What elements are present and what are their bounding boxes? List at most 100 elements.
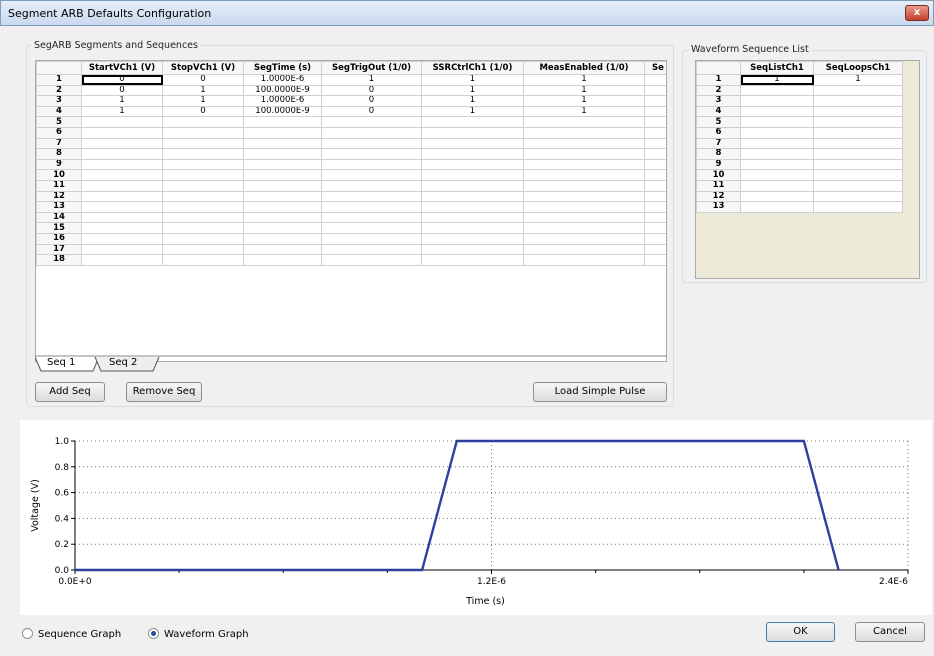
table-cell[interactable] bbox=[162, 116, 244, 128]
table-cell[interactable] bbox=[81, 169, 163, 181]
table-cell[interactable] bbox=[162, 190, 244, 203]
cancel-button[interactable]: Cancel bbox=[855, 622, 925, 642]
row-header[interactable]: 11 bbox=[696, 179, 741, 192]
table-cell[interactable] bbox=[321, 211, 422, 224]
table-cell[interactable] bbox=[162, 232, 244, 245]
table-cell[interactable] bbox=[740, 137, 814, 150]
table-cell[interactable] bbox=[81, 158, 163, 171]
table-cell[interactable] bbox=[421, 179, 524, 192]
row-header[interactable]: 12 bbox=[696, 190, 741, 203]
table-cell[interactable] bbox=[740, 84, 814, 97]
column-header[interactable]: MeasEnabled (1/0) bbox=[523, 61, 645, 75]
row-header[interactable]: 3 bbox=[696, 95, 741, 107]
table-cell[interactable] bbox=[321, 158, 422, 171]
table-cell[interactable] bbox=[740, 169, 814, 181]
table-cell[interactable] bbox=[421, 169, 524, 181]
table-cell[interactable] bbox=[243, 148, 322, 160]
table-cell[interactable] bbox=[644, 190, 666, 203]
table-cell[interactable]: 1.0000E-6 bbox=[243, 74, 322, 86]
table-cell[interactable] bbox=[321, 232, 422, 245]
table-cell[interactable] bbox=[162, 126, 244, 139]
table-cell[interactable] bbox=[644, 201, 666, 213]
table-cell[interactable] bbox=[81, 201, 163, 213]
table-cell[interactable] bbox=[421, 116, 524, 128]
table-cell[interactable] bbox=[523, 211, 645, 224]
table-cell[interactable] bbox=[523, 222, 645, 234]
table-cell[interactable] bbox=[243, 158, 322, 171]
table-cell[interactable] bbox=[813, 84, 903, 97]
column-header[interactable]: StartVCh1 (V) bbox=[81, 61, 163, 75]
table-cell[interactable] bbox=[421, 254, 524, 266]
table-cell[interactable] bbox=[321, 116, 422, 128]
table-cell[interactable] bbox=[523, 254, 645, 266]
column-header[interactable]: SegTrigOut (1/0) bbox=[321, 61, 422, 75]
table-cell[interactable]: 1 bbox=[523, 74, 645, 86]
table-cell[interactable] bbox=[243, 243, 322, 256]
table-cell[interactable] bbox=[813, 201, 903, 213]
table-cell[interactable] bbox=[421, 211, 524, 224]
table-cell[interactable] bbox=[813, 169, 903, 181]
table-cell[interactable] bbox=[421, 232, 524, 245]
table-cell[interactable] bbox=[81, 222, 163, 234]
row-header[interactable]: 14 bbox=[36, 211, 82, 224]
table-cell[interactable]: 1 bbox=[421, 95, 524, 107]
column-header[interactable]: StopVCh1 (V) bbox=[162, 61, 244, 75]
load-simple-pulse-button[interactable]: Load Simple Pulse bbox=[533, 382, 667, 402]
table-cell[interactable] bbox=[421, 158, 524, 171]
table-cell[interactable] bbox=[813, 116, 903, 128]
table-cell[interactable] bbox=[421, 126, 524, 139]
table-cell[interactable] bbox=[644, 148, 666, 160]
table-cell[interactable] bbox=[321, 243, 422, 256]
table-cell[interactable] bbox=[644, 254, 666, 266]
table-cell[interactable] bbox=[162, 148, 244, 160]
table-cell[interactable] bbox=[243, 190, 322, 203]
table-cell[interactable] bbox=[162, 243, 244, 256]
ok-button[interactable]: OK bbox=[766, 622, 835, 642]
row-header[interactable]: 4 bbox=[36, 105, 82, 118]
table-cell[interactable] bbox=[421, 148, 524, 160]
table-cell[interactable] bbox=[81, 137, 163, 150]
table-cell[interactable] bbox=[740, 148, 814, 160]
table-cell[interactable] bbox=[644, 95, 666, 107]
table-cell[interactable] bbox=[162, 158, 244, 171]
table-cell[interactable] bbox=[321, 169, 422, 181]
table-cell[interactable] bbox=[813, 105, 903, 118]
table-cell[interactable] bbox=[523, 137, 645, 150]
table-cell[interactable] bbox=[321, 179, 422, 192]
table-cell[interactable] bbox=[321, 148, 422, 160]
table-cell[interactable] bbox=[644, 116, 666, 128]
table-cell[interactable] bbox=[740, 116, 814, 128]
table-cell[interactable] bbox=[523, 179, 645, 192]
table-cell[interactable] bbox=[813, 126, 903, 139]
add-seq-button[interactable]: Add Seq bbox=[35, 382, 105, 402]
table-cell[interactable] bbox=[644, 211, 666, 224]
table-cell[interactable] bbox=[162, 254, 244, 266]
table-cell[interactable] bbox=[421, 243, 524, 256]
row-header[interactable]: 10 bbox=[696, 169, 741, 181]
table-cell[interactable]: 0 bbox=[321, 95, 422, 107]
table-cell[interactable] bbox=[243, 222, 322, 234]
table-cell[interactable] bbox=[813, 137, 903, 150]
table-cell[interactable] bbox=[740, 126, 814, 139]
table-cell[interactable] bbox=[644, 243, 666, 256]
table-cell[interactable] bbox=[644, 137, 666, 150]
row-header[interactable]: 13 bbox=[36, 201, 82, 213]
row-header[interactable]: 3 bbox=[36, 95, 82, 107]
table-cell[interactable] bbox=[162, 169, 244, 181]
table-cell[interactable] bbox=[740, 190, 814, 203]
row-header[interactable]: 6 bbox=[36, 126, 82, 139]
table-cell[interactable] bbox=[740, 105, 814, 118]
table-cell[interactable] bbox=[644, 222, 666, 234]
table-cell[interactable] bbox=[523, 190, 645, 203]
table-cell[interactable] bbox=[740, 158, 814, 171]
table-cell[interactable]: 0 bbox=[321, 105, 422, 118]
table-cell[interactable]: 0 bbox=[162, 74, 244, 86]
table-cell[interactable] bbox=[162, 211, 244, 224]
table-cell[interactable] bbox=[644, 126, 666, 139]
table-cell[interactable]: 1 bbox=[523, 95, 645, 107]
table-cell[interactable] bbox=[523, 126, 645, 139]
row-header[interactable]: 12 bbox=[36, 190, 82, 203]
table-cell[interactable] bbox=[421, 137, 524, 150]
table-cell[interactable] bbox=[523, 243, 645, 256]
table-cell[interactable] bbox=[321, 254, 422, 266]
